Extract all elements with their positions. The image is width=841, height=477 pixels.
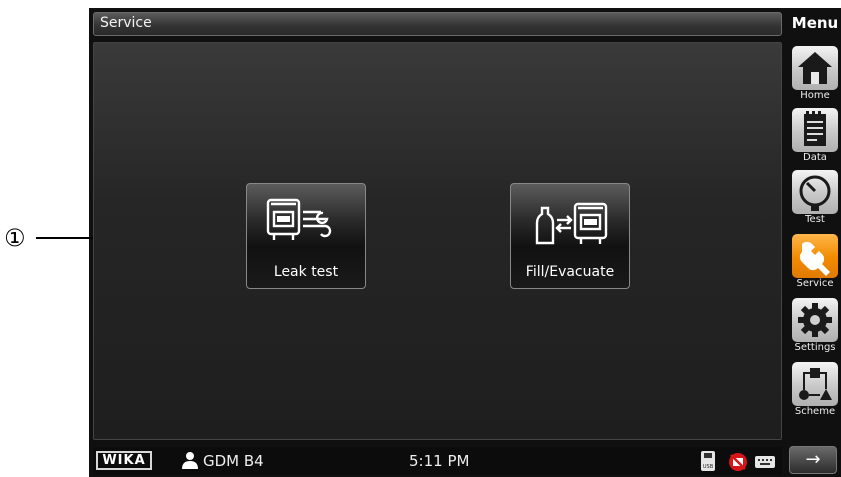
usb-icon: USB <box>701 451 715 471</box>
fill-evacuate-label: Fill/Evacuate <box>525 264 615 280</box>
sidebar-item-label: Home <box>800 90 830 101</box>
system-tray: USB <box>699 451 779 477</box>
keyboard-icon <box>755 456 775 468</box>
next-button[interactable]: → <box>789 446 837 474</box>
wika-logo: WIKA <box>96 451 152 470</box>
leak-test-label: Leak test <box>273 264 339 280</box>
leak-test-icon <box>266 198 332 240</box>
sidebar-item-label: Scheme <box>794 406 836 417</box>
user-name: GDM B4 <box>203 452 264 470</box>
wrench-icon <box>792 234 838 278</box>
clock: 5:11 PM <box>409 452 470 470</box>
sidebar-item-label: Service <box>796 278 834 289</box>
gear-icon <box>792 298 838 342</box>
callout-number: ① <box>4 224 26 252</box>
leak-test-button[interactable]: Leak test <box>246 183 366 289</box>
sidebar-item-settings[interactable]: Settings <box>789 298 841 353</box>
sidebar-item-label: Test <box>805 214 825 225</box>
menu-title: Menu <box>791 14 839 32</box>
title-bar: Service <box>93 12 782 36</box>
fill-evacuate-icon <box>535 202 608 245</box>
data-icon <box>792 108 838 152</box>
no-network-icon <box>729 453 747 471</box>
scheme-icon <box>792 362 838 406</box>
gauge-icon <box>792 170 838 214</box>
sidebar-item-scheme[interactable]: Scheme <box>789 362 841 417</box>
sidebar-item-data[interactable]: Data <box>789 108 841 163</box>
user-indicator[interactable]: GDM B4 <box>181 451 264 470</box>
user-icon <box>182 452 198 469</box>
sidebar-item-service[interactable]: Service <box>789 234 841 289</box>
sidebar-item-label: Data <box>803 152 827 163</box>
main-content: Leak test Fill/Evacuate <box>93 42 782 440</box>
fill-evacuate-button[interactable]: Fill/Evacuate <box>510 183 630 289</box>
sidebar-item-home[interactable]: Home <box>789 46 841 101</box>
usb-label: USB <box>703 464 714 470</box>
page-title: Service <box>100 15 152 31</box>
status-bar: WIKA GDM B4 5:11 PM USB <box>93 447 782 475</box>
home-icon <box>792 46 838 90</box>
sidebar-item-test[interactable]: Test <box>789 170 841 225</box>
sidebar-item-label: Settings <box>794 342 836 353</box>
